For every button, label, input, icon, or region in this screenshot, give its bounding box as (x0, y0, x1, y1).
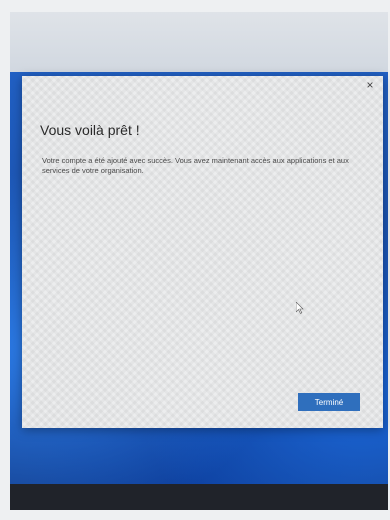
done-button[interactable]: Terminé (298, 393, 360, 411)
close-icon[interactable]: × (363, 78, 377, 92)
mouse-pointer-icon (296, 302, 304, 314)
account-added-dialog: × Vous voilà prêt ! Votre compte a été a… (22, 76, 383, 428)
dialog-title: Vous voilà prêt ! (40, 122, 140, 138)
dialog-message: Votre compte a été ajouté avec succès. V… (42, 156, 349, 175)
taskbar (10, 484, 388, 510)
